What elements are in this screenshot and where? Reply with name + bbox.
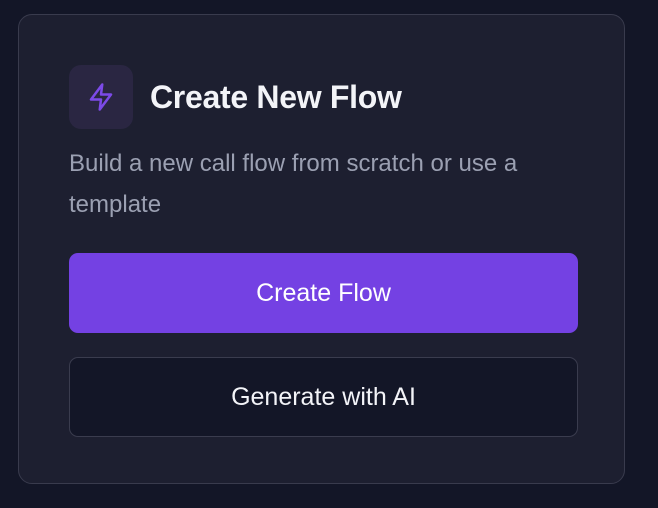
lightning-bolt-icon	[89, 83, 113, 111]
card-description: Build a new call flow from scratch or us…	[69, 150, 518, 218]
flow-icon-container	[69, 65, 133, 129]
generate-with-ai-button[interactable]: Generate with AI	[69, 357, 578, 437]
create-flow-button-label: Create Flow	[256, 278, 391, 307]
card-title: Create New Flow	[150, 78, 402, 115]
generate-with-ai-button-label: Generate with AI	[231, 382, 416, 411]
card-header: Create New Flow	[69, 65, 402, 129]
create-flow-button[interactable]: Create Flow	[69, 253, 578, 333]
create-flow-card: Create New Flow Build a new call flow fr…	[18, 14, 625, 484]
